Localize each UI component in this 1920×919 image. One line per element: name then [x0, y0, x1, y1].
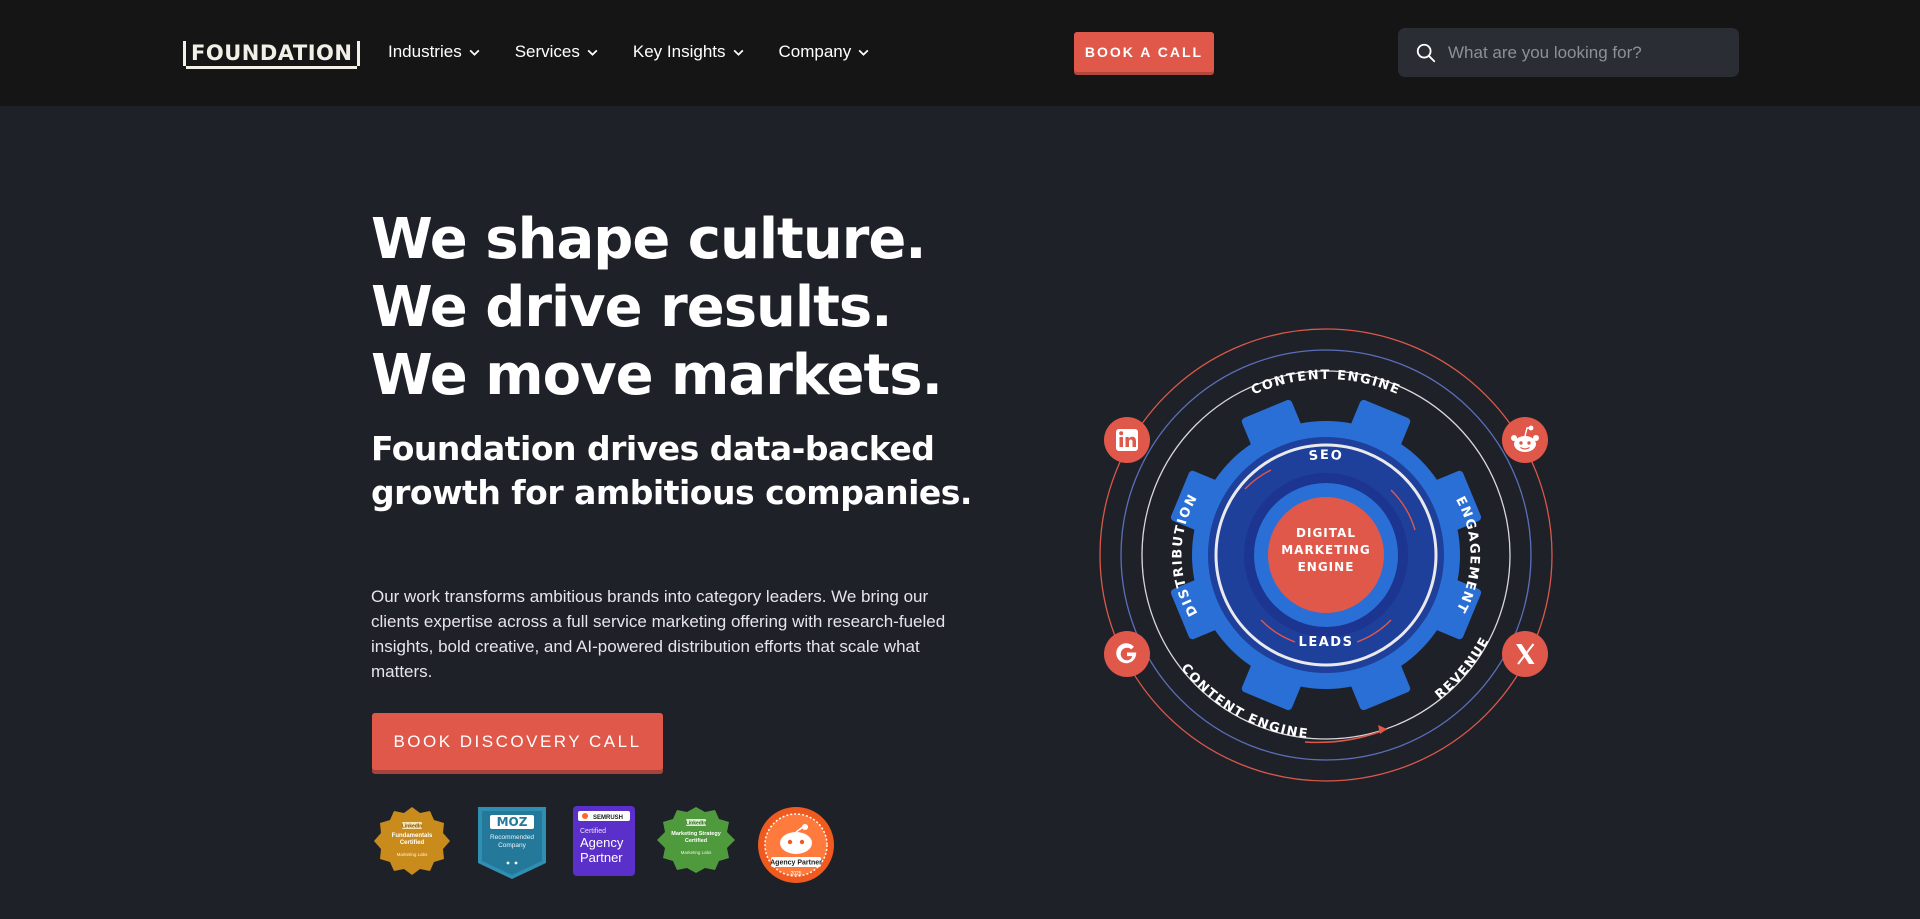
- badge-text: Certified: [685, 838, 707, 844]
- leads-label: LEADS: [1299, 635, 1354, 650]
- badge-text: Recommended: [490, 834, 534, 841]
- badge-text: LinkedIn: [402, 824, 423, 830]
- badge-text: Marketing Labs: [397, 852, 429, 857]
- hero-description: Our work transforms ambitious brands int…: [371, 587, 946, 681]
- center-label-line: DIGITAL: [1296, 526, 1356, 540]
- hero-subheading: Foundation drives data-backed growth for…: [371, 427, 972, 515]
- subhead-line: growth for ambitious companies.: [371, 473, 972, 512]
- center-label-line: MARKETING: [1281, 543, 1371, 557]
- google-icon[interactable]: [1104, 631, 1150, 677]
- badge-text: 2025: [790, 871, 801, 877]
- badge-text: SEMRUSH: [593, 815, 623, 821]
- book-discovery-call-button[interactable]: BOOK DISCOVERY CALL: [372, 713, 663, 770]
- revenue-label: REVENUE: [1433, 634, 1492, 703]
- menu-label: Company: [778, 42, 852, 61]
- menu-label: Services: [514, 42, 580, 61]
- headline-line: We drive results.: [371, 275, 892, 340]
- badge-text: Marketing Labs: [681, 850, 713, 855]
- top-navigation: FOUNDATION Industries Services Key Insig…: [0, 0, 1920, 106]
- content-engine-top-label: CONTENT ENGINE: [1249, 368, 1401, 398]
- headline-line: We move markets.: [371, 343, 943, 408]
- badge-text: Certified: [580, 828, 606, 835]
- menu-item-industries[interactable]: Industries: [388, 40, 481, 64]
- x-icon[interactable]: [1502, 631, 1548, 677]
- chevron-down-icon: [858, 49, 869, 56]
- badge-text: Company: [498, 842, 527, 849]
- foundation-logo[interactable]: FOUNDATION: [183, 41, 361, 69]
- digital-marketing-engine-diagram: CONTENT ENGINE CONTENT ENGINE REVENUE SE…: [1099, 328, 1553, 782]
- arrow-to-revenue: [1304, 728, 1388, 744]
- chevron-down-icon: [733, 49, 743, 56]
- linkedin-marketing-strategy-badge: LinkedIn Marketing Strategy Certified Ma…: [657, 807, 735, 873]
- badge-text: Agency Partner: [770, 860, 822, 867]
- headline-line: We shape culture.: [371, 207, 927, 272]
- badge-text: Certified: [400, 840, 425, 846]
- menu-label: Industries: [388, 42, 462, 61]
- chevron-down-icon: [469, 49, 480, 56]
- menu-label: Key Insights: [632, 42, 726, 61]
- badge-text: MOZ: [497, 815, 528, 829]
- svg-text:CONTENT ENGINE: CONTENT ENGINE: [1249, 368, 1403, 398]
- badge-text: LinkedIn: [686, 821, 707, 827]
- svg-text:SEO: SEO: [1308, 448, 1344, 464]
- reddit-agency-partner-badge: Agency Partner 2025: [758, 807, 834, 883]
- linkedin-fundamentals-badge: LinkedIn Fundamentals Certified Marketin…: [374, 807, 450, 875]
- menu-item-company[interactable]: Company: [779, 40, 871, 64]
- badge-text: Fundamentals: [392, 833, 433, 839]
- badge-text: Partner: [580, 850, 623, 865]
- chevron-down-icon: [587, 49, 598, 56]
- hero-headline: We shape culture. We drive results. We m…: [371, 206, 943, 410]
- subhead-line: Foundation drives data-backed: [371, 429, 935, 468]
- badge-text: Agency: [580, 835, 624, 850]
- search-icon: [1416, 43, 1436, 62]
- badge-text: Marketing Strategy: [671, 831, 721, 837]
- book-a-call-button[interactable]: BOOK A CALL: [1074, 32, 1214, 72]
- linkedin-icon[interactable]: [1104, 417, 1150, 463]
- menu-item-services[interactable]: Services: [515, 40, 599, 64]
- svg-text:REVENUE: REVENUE: [1433, 634, 1493, 703]
- search-box: [1398, 28, 1739, 77]
- main-menu: Industries Services Key Insights Company: [388, 40, 870, 64]
- moz-recommended-badge: MOZ Recommended Company: [478, 807, 546, 879]
- center-label-line: ENGINE: [1298, 560, 1355, 574]
- reddit-icon[interactable]: [1502, 417, 1548, 463]
- search-input[interactable]: [1448, 42, 1728, 63]
- semrush-agency-partner-badge: SEMRUSH Certified Agency Partner: [573, 806, 635, 876]
- seo-label: SEO: [1308, 448, 1342, 464]
- menu-item-key-insights[interactable]: Key Insights: [633, 40, 745, 64]
